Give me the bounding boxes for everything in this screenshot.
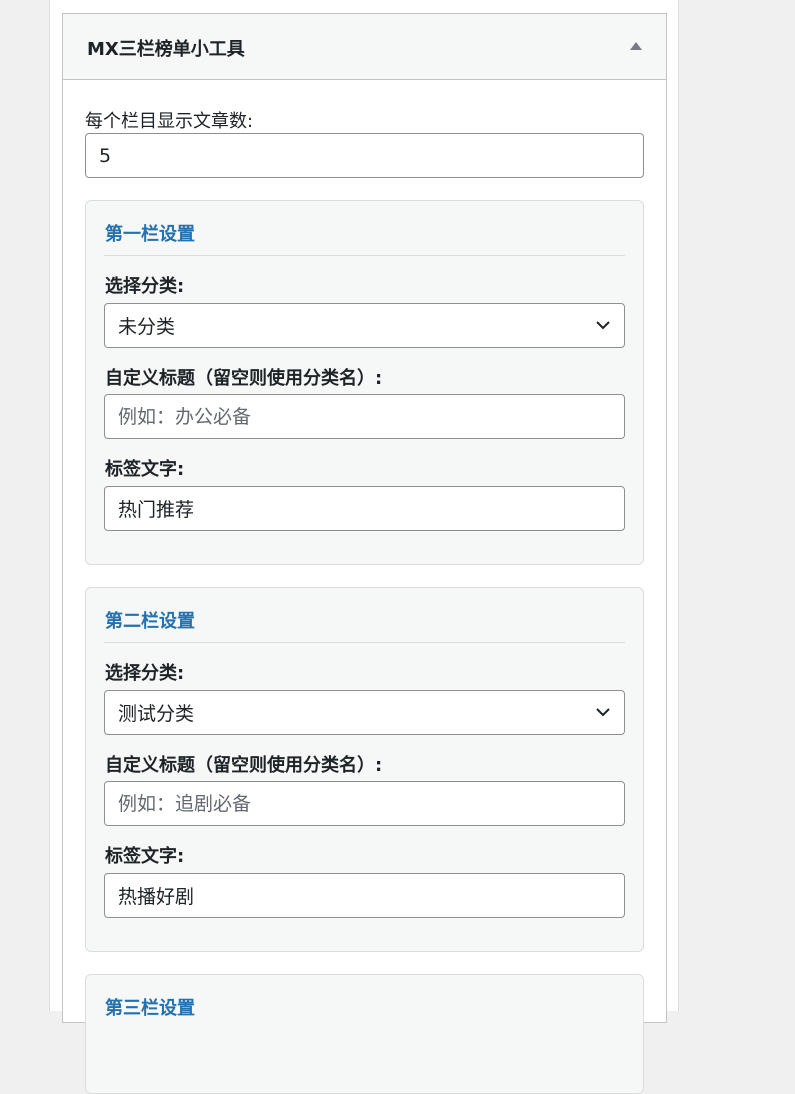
section-2-title: 第二栏设置	[105, 611, 195, 632]
section-1-category-selected: 未分类	[118, 316, 176, 338]
section-1-custom-title-input[interactable]	[104, 394, 625, 439]
section-2-category-label: 选择分类:	[105, 663, 185, 684]
widget-container: MX三栏榜单小工具 每个栏目显示文章数: 第一栏设置 选择分类: 未分类 自定义…	[62, 13, 667, 1094]
section-1-divider	[104, 255, 625, 256]
section-1-tag-input[interactable]	[104, 486, 625, 531]
collapse-toggle-icon[interactable]	[628, 38, 644, 54]
chevron-down-icon	[596, 708, 610, 717]
posts-per-column-label: 每个栏目显示文章数:	[85, 111, 254, 132]
section-1-title: 第一栏设置	[105, 224, 195, 245]
section-1-category-label: 选择分类:	[105, 276, 185, 297]
section-3-title: 第三栏设置	[105, 998, 195, 1019]
widget-header[interactable]: MX三栏榜单小工具	[63, 14, 666, 80]
section-2-category-selected: 测试分类	[118, 703, 195, 725]
section-2-tag-label: 标签文字:	[105, 846, 185, 867]
posts-per-column-input[interactable]	[85, 133, 644, 178]
section-1-custom-title-label: 自定义标题（留空则使用分类名）:	[105, 368, 383, 389]
section-1-tag-label: 标签文字:	[105, 459, 185, 480]
section-2-custom-title-input[interactable]	[104, 781, 625, 826]
chevron-down-icon	[596, 321, 610, 330]
widget-title: MX三栏榜单小工具	[87, 39, 245, 60]
section-2: 第二栏设置 选择分类: 测试分类 自定义标题（留空则使用分类名）: 标签文字:	[85, 587, 644, 952]
section-2-tag-input[interactable]	[104, 873, 625, 918]
section-1: 第一栏设置 选择分类: 未分类 自定义标题（留空则使用分类名）: 标签文字:	[85, 200, 644, 565]
section-3: 第三栏设置	[85, 974, 644, 1094]
section-2-divider	[104, 642, 625, 643]
section-2-category-select[interactable]: 测试分类	[104, 690, 625, 735]
section-1-category-select[interactable]: 未分类	[104, 303, 625, 348]
section-2-custom-title-label: 自定义标题（留空则使用分类名）:	[105, 755, 383, 776]
